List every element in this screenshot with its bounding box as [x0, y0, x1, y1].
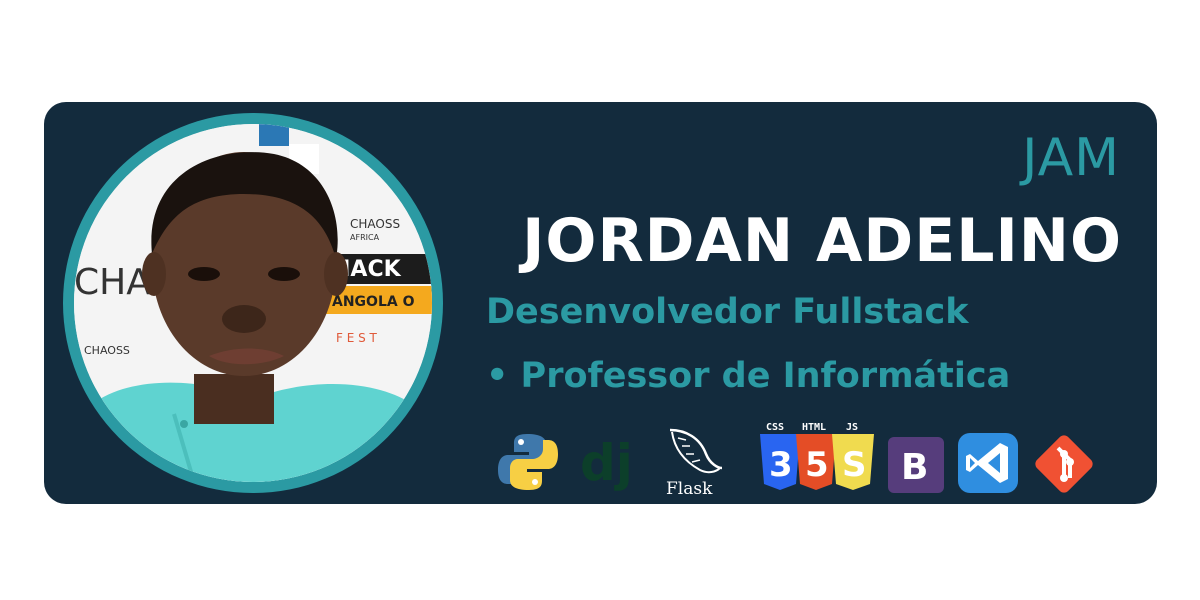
- svg-text:S: S: [842, 445, 867, 485]
- role-secondary: • Professor de Informática: [486, 356, 1011, 396]
- avatar-frame: CHAOSS AFRICA HACK ANGOLA O F E S T CHA …: [63, 113, 443, 493]
- profile-photo: CHAOSS AFRICA HACK ANGOLA O F E S T CHA …: [74, 124, 432, 482]
- git-icon: [1035, 435, 1093, 493]
- flask-label: Flask: [666, 479, 713, 498]
- js-label: JS: [846, 422, 858, 433]
- full-name: JORDAN ADELINO: [522, 206, 1122, 276]
- banner-brand-subtext: AFRICA: [350, 233, 380, 242]
- bootstrap-icon: B: [888, 437, 944, 493]
- svg-text:3: 3: [769, 445, 793, 485]
- role-primary: Desenvolvedor Fullstack: [486, 292, 969, 332]
- svg-text:5: 5: [805, 445, 829, 485]
- html-label: HTML: [802, 422, 826, 433]
- python-icon: [498, 434, 558, 490]
- banner-side-text: CHA: [74, 262, 151, 303]
- css-label: CSS: [766, 422, 784, 433]
- css-html-js-icon: CSS HTML JS 3 5 S: [760, 422, 874, 490]
- nickname: JAM: [1022, 128, 1120, 188]
- banner-brand-text: CHAOSS: [350, 217, 400, 231]
- vscode-icon: [958, 433, 1018, 493]
- banner-brand-text-2: CHAOSS: [84, 344, 130, 357]
- bootstrap-label: B: [901, 447, 928, 488]
- django-label: dj: [580, 434, 633, 492]
- banner-fest-text: F E S T: [336, 331, 378, 345]
- flask-icon: Flask: [666, 428, 723, 498]
- avatar: CHAOSS AFRICA HACK ANGOLA O F E S T CHA …: [74, 124, 432, 482]
- django-icon: dj: [580, 434, 633, 492]
- banner-event-text: ANGOLA O: [332, 294, 415, 310]
